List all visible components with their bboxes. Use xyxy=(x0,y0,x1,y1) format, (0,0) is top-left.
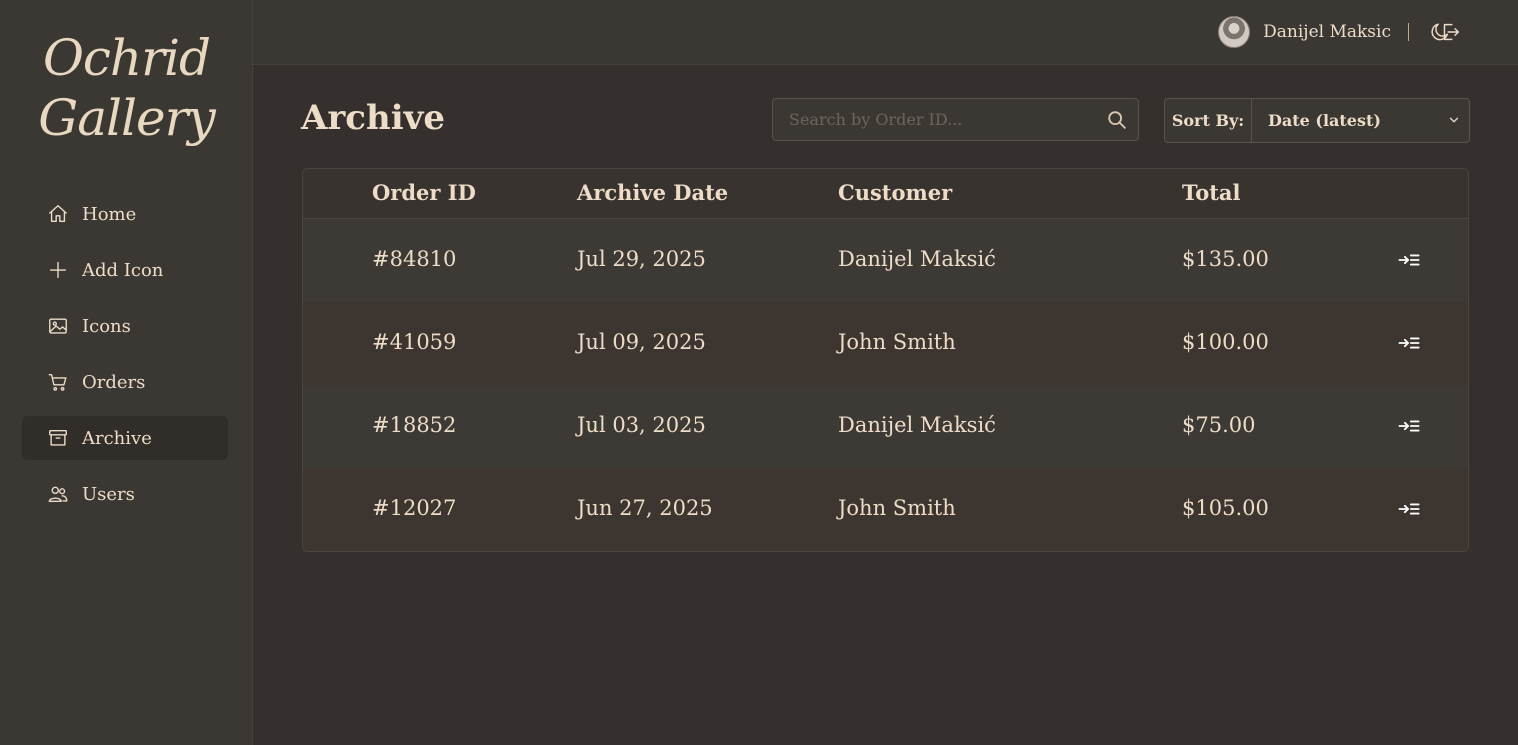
archive-date: Jul 03, 2025 xyxy=(577,413,706,437)
column-header-order-id[interactable]: Order ID xyxy=(372,180,476,205)
image-icon xyxy=(46,314,70,338)
cart-icon xyxy=(46,370,70,394)
top-bar: Danijel Maksic xyxy=(253,0,1518,65)
sidebar-item-label: Home xyxy=(82,203,137,225)
table-row[interactable]: #41059 Jul 09, 2025 John Smith $100.00 xyxy=(303,302,1468,385)
total: $135.00 xyxy=(1182,247,1269,271)
logout-icon[interactable] xyxy=(1438,20,1462,44)
sidebar-item-label: Users xyxy=(82,483,135,505)
sort-control: Sort By: Date (latest) xyxy=(1164,98,1470,143)
sidebar: Ochrid Gallery Home Add Icon Icons Order… xyxy=(0,0,253,745)
search-input[interactable] xyxy=(773,99,1093,140)
customer: Danijel Maksić xyxy=(838,413,996,437)
table-row[interactable]: #18852 Jul 03, 2025 Danijel Maksić $75.0… xyxy=(303,385,1468,468)
table-row[interactable]: #12027 Jun 27, 2025 John Smith $105.00 xyxy=(303,468,1468,551)
archive-table: Order ID Archive Date Customer Total #84… xyxy=(302,168,1469,552)
app-logo[interactable]: Ochrid Gallery xyxy=(0,28,253,148)
sidebar-nav: Home Add Icon Icons Orders Archive Users xyxy=(22,192,228,528)
sidebar-item-add-icon[interactable]: Add Icon xyxy=(22,248,228,292)
archive-icon xyxy=(46,426,70,450)
avatar[interactable] xyxy=(1218,16,1251,48)
table-row[interactable]: #84810 Jul 29, 2025 Danijel Maksić $135.… xyxy=(303,219,1468,302)
order-id: #41059 xyxy=(372,330,457,354)
archive-date: Jul 29, 2025 xyxy=(577,247,706,271)
sidebar-item-archive[interactable]: Archive xyxy=(22,416,228,460)
chevron-down-icon xyxy=(1447,112,1463,128)
sidebar-item-users[interactable]: Users xyxy=(22,472,228,516)
archive-date: Jul 09, 2025 xyxy=(577,330,706,354)
page-title: Archive xyxy=(301,98,446,138)
total: $105.00 xyxy=(1182,496,1269,520)
plus-icon xyxy=(46,258,70,282)
sort-label: Sort By: xyxy=(1165,99,1252,142)
sidebar-item-home[interactable]: Home xyxy=(22,192,228,236)
users-icon xyxy=(46,482,70,506)
order-id: #18852 xyxy=(372,413,457,437)
sidebar-item-label: Orders xyxy=(82,371,146,393)
sidebar-item-orders[interactable]: Orders xyxy=(22,360,228,404)
search-icon[interactable] xyxy=(1106,109,1128,131)
restore-icon[interactable] xyxy=(1397,499,1421,519)
search-box xyxy=(772,98,1139,141)
restore-icon[interactable] xyxy=(1397,333,1421,353)
header-divider xyxy=(1408,23,1409,41)
archive-date: Jun 27, 2025 xyxy=(577,496,713,520)
customer: Danijel Maksić xyxy=(838,247,996,271)
customer: John Smith xyxy=(838,330,956,354)
restore-icon[interactable] xyxy=(1397,416,1421,436)
sidebar-item-label: Add Icon xyxy=(82,259,164,281)
column-header-archive-date[interactable]: Archive Date xyxy=(577,180,728,205)
user-name: Danijel Maksic xyxy=(1263,22,1391,42)
column-header-customer[interactable]: Customer xyxy=(838,180,952,205)
user-menu: Danijel Maksic xyxy=(1218,16,1452,48)
home-icon xyxy=(46,202,70,226)
total: $100.00 xyxy=(1182,330,1269,354)
column-header-total[interactable]: Total xyxy=(1182,180,1241,205)
customer: John Smith xyxy=(838,496,956,520)
table-header: Order ID Archive Date Customer Total xyxy=(303,169,1468,219)
sort-selected-value: Date (latest) xyxy=(1268,111,1381,130)
total: $75.00 xyxy=(1182,413,1256,437)
sort-select[interactable]: Date (latest) xyxy=(1252,99,1469,142)
sidebar-item-label: Archive xyxy=(82,427,152,449)
restore-icon[interactable] xyxy=(1397,250,1421,270)
order-id: #84810 xyxy=(372,247,457,271)
sidebar-item-icons[interactable]: Icons xyxy=(22,304,228,348)
order-id: #12027 xyxy=(372,496,457,520)
sidebar-item-label: Icons xyxy=(82,315,131,337)
